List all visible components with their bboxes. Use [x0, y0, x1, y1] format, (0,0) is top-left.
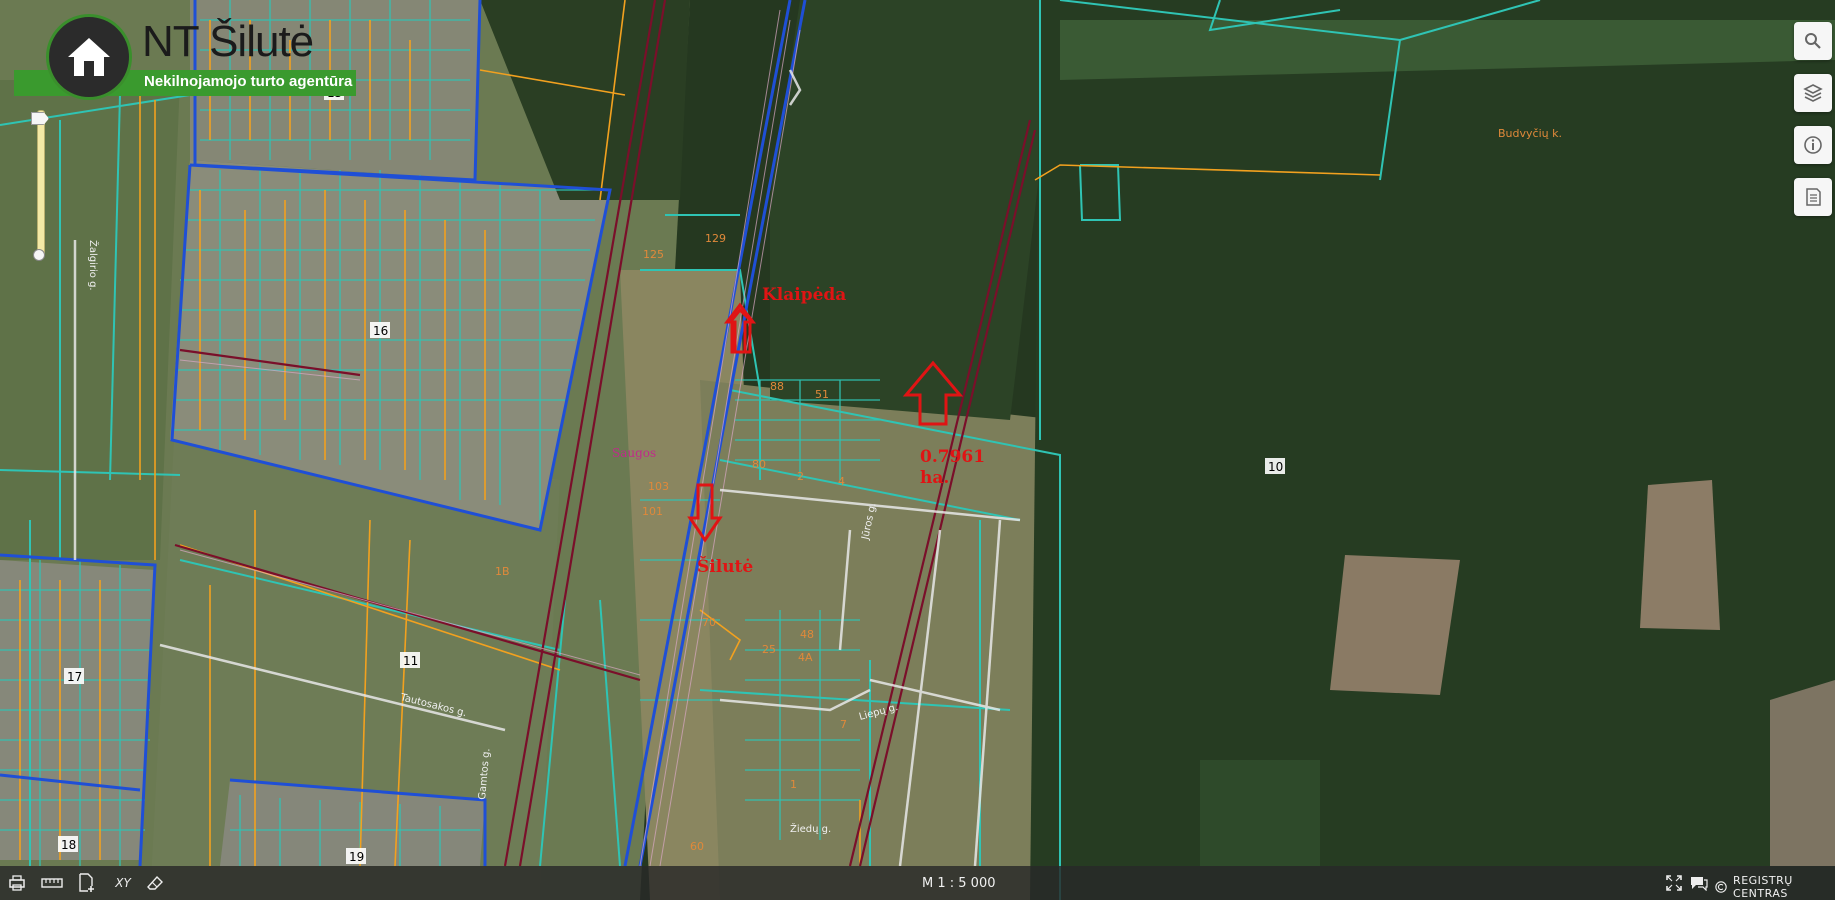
parcel-48: 48 — [800, 628, 814, 641]
home-icon — [46, 14, 132, 100]
label-area-unit: ha. — [920, 468, 949, 488]
parcel-10: 10 — [1268, 460, 1283, 474]
brand-registru-centras[interactable]: REGISTRŲ CENTRAS — [1715, 874, 1835, 900]
place-saugos: Saugos — [612, 446, 656, 460]
xy-icon: XY — [115, 876, 131, 890]
logo-subtitle: Nekilnojamojo turto agentūra — [144, 73, 353, 90]
legend-icon — [1806, 188, 1821, 206]
parcel-7: 7 — [840, 718, 847, 731]
add-document-icon — [79, 873, 94, 892]
legend-button[interactable] — [1794, 178, 1832, 216]
place-budvyciai: Budvyčių k. — [1498, 127, 1562, 140]
info-button[interactable] — [1794, 126, 1832, 164]
parcel-80: 80 — [752, 458, 766, 471]
coordinates-button[interactable]: XY — [110, 873, 136, 893]
parcel-103: 103 — [648, 480, 669, 493]
fullscreen-icon — [1666, 875, 1682, 891]
map-canvas[interactable]: Klaipėda Šilutė 0.7961 ha. Saugos Budvyč… — [0, 0, 1835, 900]
agency-logo[interactable]: NT Šilutė Nekilnojamojo turto agentūra — [14, 14, 364, 100]
parcel-70: 70 — [702, 616, 716, 629]
parcel-2: 2 — [797, 470, 804, 483]
fullscreen-button[interactable] — [1664, 873, 1684, 893]
parcel-11: 11 — [403, 654, 418, 668]
street-zalgirio: Žalgirio g. — [87, 240, 100, 291]
label-area-value: 0.7961 — [920, 447, 985, 467]
parcel-16: 16 — [373, 324, 388, 338]
chat-icon — [1691, 877, 1708, 891]
parcel-88: 88 — [770, 380, 784, 393]
feedback-button[interactable] — [1688, 873, 1710, 893]
layers-icon — [1803, 84, 1823, 102]
print-button[interactable] — [6, 873, 28, 893]
logo-title: NT Šilutė — [142, 17, 314, 66]
print-icon — [9, 875, 25, 891]
parcel-1b: 1B — [495, 565, 510, 578]
parcel-1: 1 — [790, 778, 797, 791]
zoom-slider-track[interactable] — [37, 110, 45, 257]
parcel-25: 25 — [762, 643, 776, 656]
eraser-icon — [147, 875, 163, 890]
brand-text: REGISTRŲ CENTRAS — [1733, 874, 1793, 900]
street-zieduj: Žiedų g. — [790, 822, 831, 835]
parcel-4: 4 — [838, 475, 845, 488]
parcel-18: 18 — [61, 838, 76, 852]
label-silute: Šilutė — [697, 556, 753, 577]
eraser-button[interactable] — [144, 873, 166, 893]
copyright-icon — [1715, 881, 1727, 893]
parcel-101: 101 — [642, 505, 663, 518]
parcel-60: 60 — [690, 840, 704, 853]
bottom-toolbar — [0, 866, 1835, 900]
layers-button[interactable] — [1794, 74, 1832, 112]
parcel-4a: 4A — [798, 651, 813, 664]
parcel-19: 19 — [349, 850, 364, 864]
parcel-129: 129 — [705, 232, 726, 245]
label-klaipeda: Klaipėda — [762, 285, 846, 305]
map-scale: M 1 : 5 000 — [922, 876, 996, 891]
zoom-slider-end[interactable] — [33, 249, 45, 261]
measure-button[interactable] — [40, 873, 64, 893]
parcel-51: 51 — [815, 388, 829, 401]
add-document-button[interactable] — [76, 873, 98, 893]
parcel-17: 17 — [67, 670, 82, 684]
info-icon — [1804, 136, 1822, 154]
search-icon — [1805, 33, 1821, 49]
parcel-125: 125 — [643, 248, 664, 261]
search-button[interactable] — [1794, 22, 1832, 60]
ruler-icon — [41, 878, 63, 888]
